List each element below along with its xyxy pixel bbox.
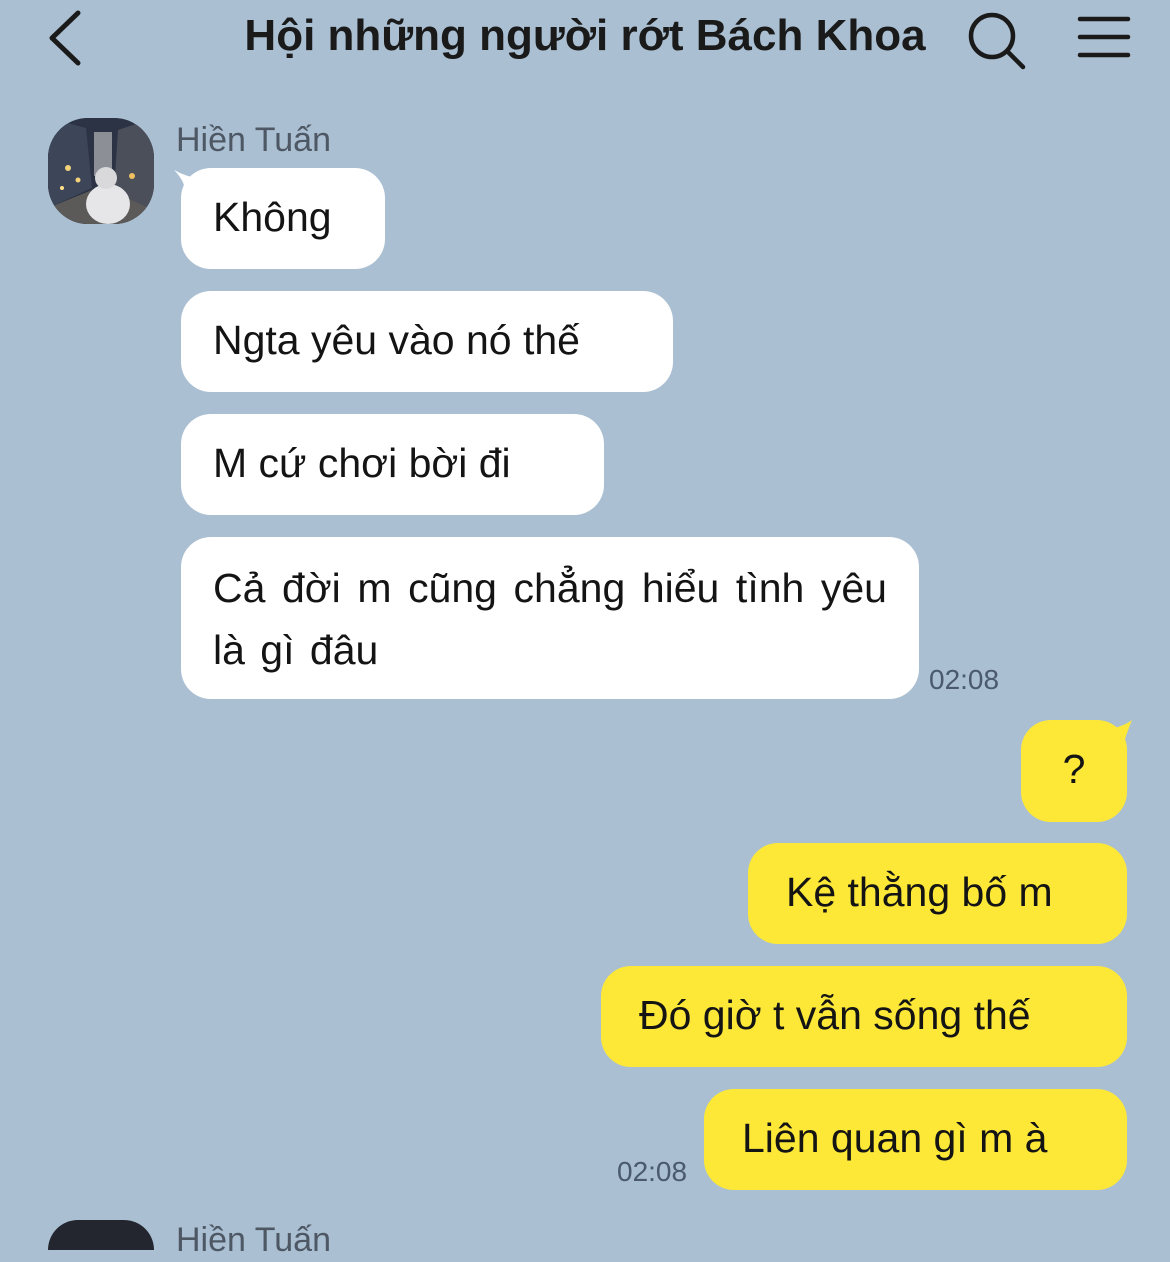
message-text: M cứ chơi bời đi (213, 440, 511, 486)
message-text: Kệ thằng bố m (786, 869, 1053, 915)
message-text: Cả đời m cũng chẳng hiểu tình yêu là gì … (213, 565, 887, 673)
message-bubble-outgoing[interactable]: Liên quan gì m à (704, 1089, 1127, 1190)
avatar[interactable] (48, 1220, 154, 1250)
message-text: Ngta yêu vào nó thế (213, 317, 580, 363)
chevron-left-icon[interactable] (44, 8, 88, 66)
message-timestamp: 02:08 (929, 664, 1000, 695)
avatar-photo (48, 118, 154, 224)
sender-name: Hiền Tuấn (176, 1221, 331, 1259)
message-bubble-incoming[interactable]: Không (181, 168, 385, 269)
message-bubble-outgoing[interactable]: Kệ thằng bố m (748, 843, 1127, 944)
message-bubble-incoming[interactable]: M cứ chơi bời đi (181, 414, 604, 515)
sender-name: Hiền Tuấn (176, 121, 331, 159)
message-bubble-incoming[interactable]: Ngta yêu vào nó thế (181, 291, 673, 392)
avatar[interactable] (48, 118, 154, 224)
hamburger-menu-icon[interactable] (1076, 14, 1132, 60)
chat-title: Hội những người rớt Bách Khoa (244, 11, 926, 60)
message-text: ? (1062, 746, 1086, 792)
message-text: Không (213, 194, 332, 240)
search-icon[interactable] (966, 10, 1028, 72)
chat-header: Hội những người rớt Bách Khoa (0, 0, 1170, 80)
message-timestamp: 02:08 (617, 1156, 688, 1187)
message-text: Đó giờ t vẫn sống thế (639, 992, 1031, 1038)
message-bubble-outgoing[interactable]: Đó giờ t vẫn sống thế (601, 966, 1127, 1067)
message-bubble-incoming[interactable]: Cả đời m cũng chẳng hiểu tình yêu là gì … (181, 537, 919, 699)
message-bubble-outgoing[interactable]: ? (1021, 720, 1127, 822)
message-text: Liên quan gì m à (742, 1115, 1048, 1161)
